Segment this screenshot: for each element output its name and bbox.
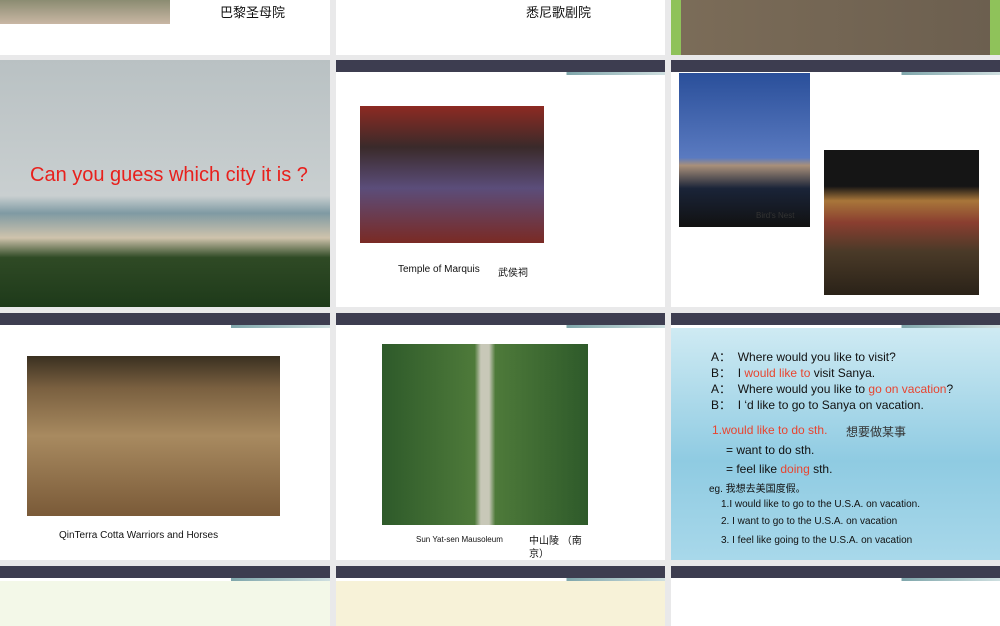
- phrase: 1.would like to do sth.: [712, 423, 828, 437]
- slide-header-bar: [336, 566, 665, 581]
- slide-thumbnail-7[interactable]: QinTerra Cotta Warriors and Horses: [0, 313, 330, 560]
- slide-header-bar: [336, 313, 665, 328]
- caption-cn: 武侯祠: [498, 268, 528, 279]
- caption-cn: 中山陵 （南京）: [529, 536, 582, 560]
- slide-thumbnail-2[interactable]: 悉尼歌剧院: [336, 0, 665, 55]
- equivalent-1: = want to do sth.: [726, 443, 815, 457]
- terracotta-photo: [27, 356, 280, 516]
- slide-thumbnail-10[interactable]: [0, 566, 330, 626]
- slide-header-bar: [671, 566, 1000, 581]
- slide-thumbnail-6[interactable]: Bird's Nest: [671, 60, 1000, 307]
- slide-caption: 巴黎圣母院: [220, 5, 286, 20]
- slide-thumbnail-5[interactable]: Temple of Marquis 武侯祠: [336, 60, 665, 307]
- slide-header-bar: [671, 60, 1000, 75]
- dialog-line: B： I would like to visit Sanya.: [711, 366, 876, 380]
- slide-caption: QinTerra Cotta Warriors and Horses: [59, 530, 219, 541]
- slide-thumbnail-12[interactable]: [671, 566, 1000, 626]
- slide-header-bar: [336, 60, 665, 75]
- example-2: 2. I want to go to the U.S.A. on vacatio…: [721, 516, 898, 527]
- dialog-line: A： Where would you like to visit?: [711, 350, 896, 364]
- photo-label: Bird's Nest: [756, 211, 795, 220]
- caption-en: Temple of Marquis: [398, 264, 480, 275]
- temple-photo: [360, 106, 544, 243]
- example-3: 3. I feel like going to the U.S.A. on va…: [721, 535, 913, 546]
- caption-en: Sun Yat-sen Mausoleum: [416, 535, 503, 544]
- slide-thumbnail-9[interactable]: A： Where would you like to visit? B： I w…: [671, 313, 1000, 560]
- slide-thumbnail-11[interactable]: [336, 566, 665, 626]
- slide-thumbnail-4[interactable]: Can you guess which city it is ?: [0, 60, 330, 307]
- slide-caption: 悉尼歌剧院: [526, 5, 592, 20]
- overlay-question: Can you guess which city it is ?: [30, 164, 308, 186]
- slide-header-bar: [0, 313, 330, 328]
- slide-thumbnail-1[interactable]: 巴黎圣母院: [0, 0, 330, 55]
- notre-dame-photo: [0, 0, 170, 24]
- slide-thumbnail-3[interactable]: [671, 0, 1000, 55]
- example-1: 1.I would like to go to the U.S.A. on va…: [721, 499, 921, 510]
- slide-header-bar: [0, 566, 330, 581]
- slide-thumbnail-8[interactable]: Sun Yat-sen Mausoleum 中山陵 （南京）: [336, 313, 665, 560]
- dialog-line: A： Where would you like to go on vacatio…: [711, 382, 954, 396]
- phrase-cn: 想要做某事: [846, 425, 907, 439]
- tiananmen-photo: [824, 150, 979, 295]
- equivalent-2: = feel like doing sth.: [726, 462, 833, 476]
- slide-header-bar: [671, 313, 1000, 328]
- landscape-photo: [671, 0, 1000, 55]
- birds-nest-photo: Bird's Nest: [679, 73, 810, 227]
- example-label: eg. 我想去美国度假。: [709, 484, 806, 495]
- dialog-line: B： I ‘d like to go to Sanya on vacation.: [711, 398, 924, 412]
- mausoleum-photo: [382, 344, 588, 525]
